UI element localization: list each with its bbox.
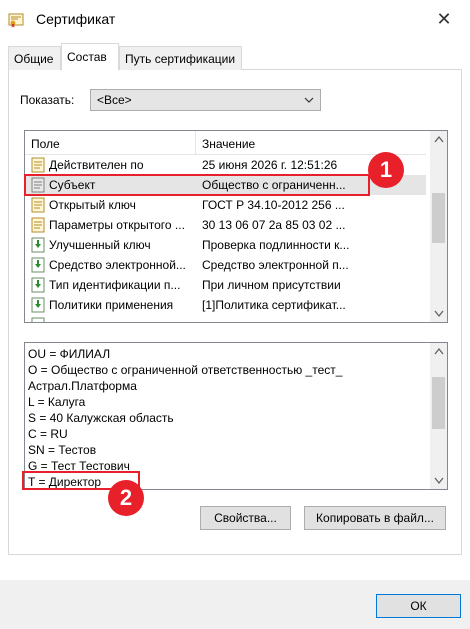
column-header-field[interactable]: Поле xyxy=(31,137,60,151)
list-row[interactable]: Параметры открытого ... 30 13 06 07 2a 8… xyxy=(25,215,426,235)
tab-certification-path[interactable]: Путь сертификации xyxy=(119,46,242,70)
property-icon xyxy=(31,217,45,233)
scroll-thumb[interactable] xyxy=(432,193,445,243)
show-label: Показать: xyxy=(20,93,75,107)
list-header: Поле Значение xyxy=(25,131,426,155)
close-button[interactable]: ✕ xyxy=(424,4,464,34)
row-field: Действителен по xyxy=(49,158,144,172)
extension-icon xyxy=(31,297,45,313)
properties-button[interactable]: Свойства... xyxy=(200,506,291,530)
title-bar: Сертификат ✕ xyxy=(0,0,470,38)
row-value: При личном присутствии xyxy=(202,278,341,292)
list-row[interactable]: Политики применения [1]Политика сертифик… xyxy=(25,295,426,315)
scroll-down-arrow-icon[interactable] xyxy=(430,472,447,489)
detail-line: SN = Тестов xyxy=(28,443,97,457)
row-field: Параметры открытого ... xyxy=(49,218,185,232)
list-scrollbar[interactable] xyxy=(430,131,447,322)
show-select[interactable]: <Все> xyxy=(90,89,321,111)
scroll-up-arrow-icon[interactable] xyxy=(430,343,447,360)
row-value: Проверка подлинности к... xyxy=(202,238,350,252)
extension-icon xyxy=(31,277,45,293)
row-field: Средство электронной... xyxy=(49,258,186,272)
list-row[interactable]: Средство электронной... Средство электро… xyxy=(25,255,426,275)
extension-icon xyxy=(31,237,45,253)
list-row[interactable]: Улучшенный ключ Проверка подлинности к..… xyxy=(25,235,426,255)
show-select-value: <Все> xyxy=(97,93,132,107)
ok-button[interactable]: ОК xyxy=(376,594,461,618)
detail-line: O = Общество с ограниченной ответственно… xyxy=(28,363,343,377)
property-icon xyxy=(31,197,45,213)
detail-line: S = 40 Калужская область xyxy=(28,411,174,425)
row-field: Политики применения xyxy=(49,298,174,312)
tab-details[interactable]: Состав xyxy=(61,43,119,70)
chevron-down-icon xyxy=(304,90,314,116)
scroll-thumb[interactable] xyxy=(432,377,445,429)
list-row[interactable]: Действителен по 25 июня 2026 г. 12:51:26 xyxy=(25,155,426,175)
detail-line: L = Калуга xyxy=(28,395,86,409)
list-row-partial[interactable] xyxy=(25,315,426,322)
list-row[interactable]: Открытый ключ ГОСТ Р 34.10-2012 256 ... xyxy=(25,195,426,215)
row-value: Средство электронной п... xyxy=(202,258,349,272)
detail-line: OU = ФИЛИАЛ xyxy=(28,347,111,361)
window-title: Сертификат xyxy=(36,11,116,27)
detail-line: Астрал.Платформа xyxy=(28,379,137,393)
row-field: Открытый ключ xyxy=(49,198,136,212)
row-value: ГОСТ Р 34.10-2012 256 ... xyxy=(202,198,345,212)
certificate-icon xyxy=(8,13,24,28)
extension-icon xyxy=(31,317,45,322)
row-field: Тип идентификации п... xyxy=(49,278,181,292)
detail-line: C = RU xyxy=(28,427,68,441)
tab-general[interactable]: Общие xyxy=(8,46,61,70)
column-separator[interactable] xyxy=(195,131,196,155)
row-value: [1]Политика сертификат... xyxy=(202,298,346,312)
list-row[interactable]: Тип идентификации п... При личном присут… xyxy=(25,275,426,295)
property-icon xyxy=(31,157,45,173)
scroll-up-arrow-icon[interactable] xyxy=(430,131,447,148)
detail-scrollbar[interactable] xyxy=(430,343,447,489)
highlight-box-subject xyxy=(24,174,370,196)
field-value-textbox[interactable]: OU = ФИЛИАЛ O = Общество с ограниченной … xyxy=(24,342,448,490)
row-value: 30 13 06 07 2a 85 03 02 ... xyxy=(202,218,346,232)
annotation-badge-2: 2 xyxy=(108,480,144,516)
copy-to-file-button[interactable]: Копировать в файл... xyxy=(304,506,446,530)
annotation-badge-1: 1 xyxy=(368,152,404,188)
row-field: Улучшенный ключ xyxy=(49,238,151,252)
column-header-value[interactable]: Значение xyxy=(202,137,255,151)
extension-icon xyxy=(31,257,45,273)
scroll-down-arrow-icon[interactable] xyxy=(430,305,447,322)
